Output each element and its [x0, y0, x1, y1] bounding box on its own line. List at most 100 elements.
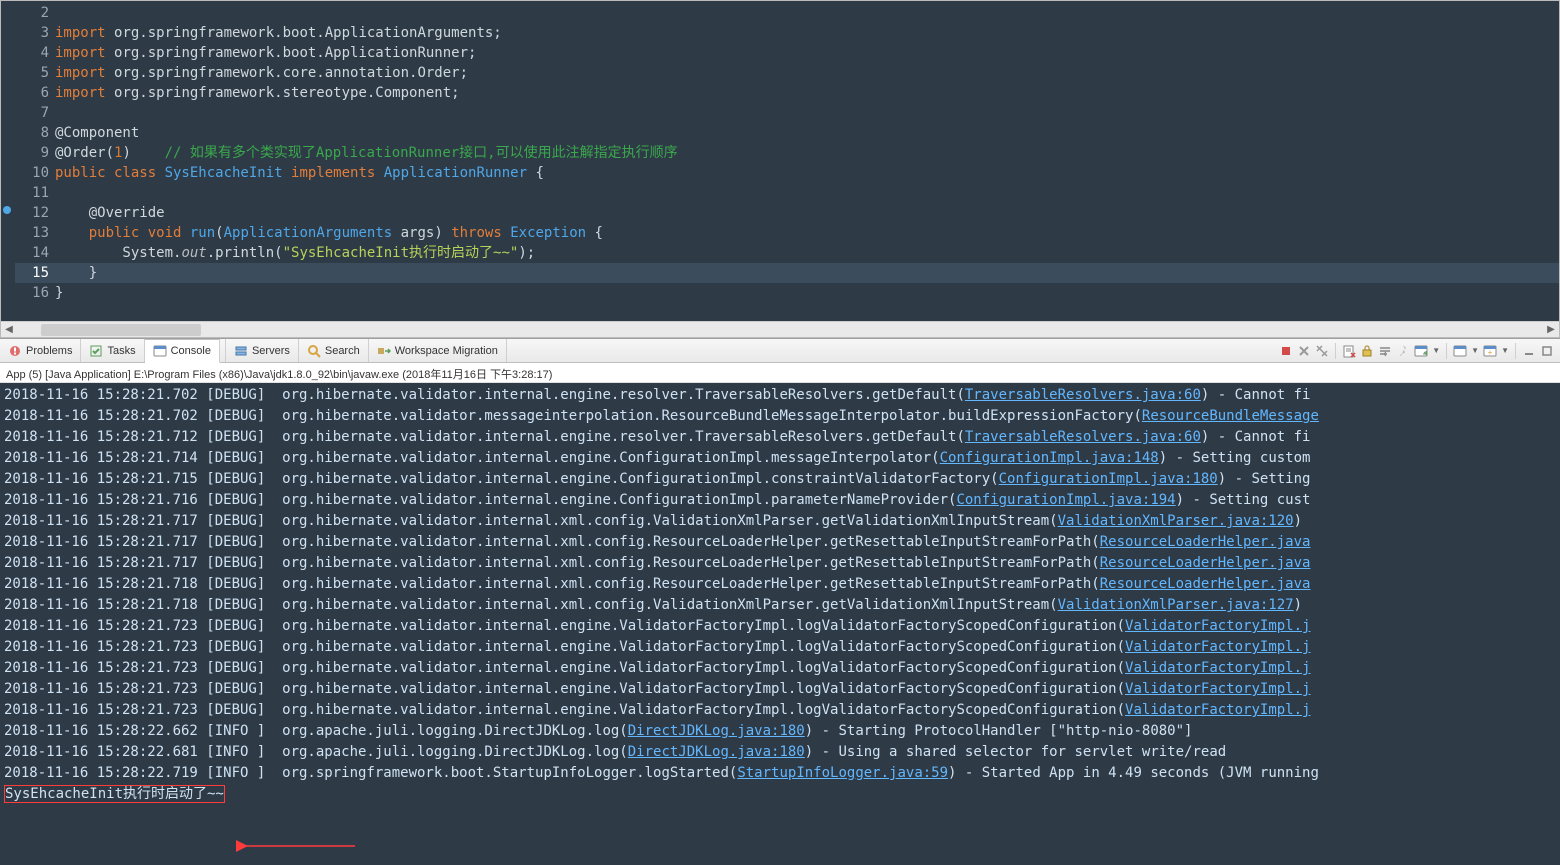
code-line[interactable]: System.out.println("SysEhcacheInit执行时启动了… — [55, 243, 1559, 263]
tasks-icon — [89, 344, 103, 358]
console-output[interactable]: 2018-11-16 15:28:21.702 [DEBUG] org.hibe… — [0, 383, 1560, 865]
code-line[interactable]: import org.springframework.stereotype.Co… — [55, 83, 1559, 103]
tab-console[interactable]: Console — [145, 339, 220, 363]
dropdown-arrow-icon[interactable]: ▼ — [1501, 346, 1509, 355]
stacktrace-link[interactable]: TraversableResolvers.java:60 — [965, 429, 1201, 445]
console-line: SysEhcacheInit执行时启动了~~ — [4, 784, 1560, 805]
code-line[interactable]: @Order(1) // 如果有多个类实现了ApplicationRunner接… — [55, 143, 1559, 163]
stacktrace-link[interactable]: ValidatorFactoryImpl.j — [1125, 618, 1310, 634]
workspace-migration-icon — [377, 344, 391, 358]
code-line[interactable] — [55, 183, 1559, 203]
breakpoint-gutter[interactable] — [1, 1, 15, 321]
console-line: 2018-11-16 15:28:22.719 [INFO ] org.spri… — [4, 763, 1560, 784]
breakpoint-slot[interactable] — [1, 181, 15, 201]
scrollbar-thumb[interactable] — [41, 324, 201, 336]
breakpoint-slot[interactable] — [1, 21, 15, 41]
stacktrace-link[interactable]: ValidatorFactoryImpl.j — [1125, 681, 1310, 697]
code-line[interactable]: } — [55, 283, 1559, 303]
code-editor-body[interactable]: 2345678910111213141516 import org.spring… — [1, 1, 1559, 321]
code-area[interactable]: import org.springframework.boot.Applicat… — [55, 1, 1559, 321]
stacktrace-link[interactable]: ResourceLoaderHelper.java — [1100, 576, 1311, 592]
breakpoint-slot[interactable] — [1, 141, 15, 161]
breakpoint-slot[interactable] — [1, 41, 15, 61]
code-line[interactable]: @Component — [55, 123, 1559, 143]
clear-console-icon[interactable] — [1342, 344, 1356, 358]
breakpoint-slot[interactable] — [1, 1, 15, 21]
search-icon — [307, 344, 321, 358]
pin-console-icon[interactable] — [1396, 344, 1410, 358]
tab-tasks[interactable]: Tasks — [81, 339, 144, 362]
code-editor-pane: 2345678910111213141516 import org.spring… — [0, 0, 1560, 338]
maximize-icon[interactable] — [1540, 344, 1554, 358]
code-line[interactable]: import org.springframework.boot.Applicat… — [55, 43, 1559, 63]
console-line: 2018-11-16 15:28:21.702 [DEBUG] org.hibe… — [4, 385, 1560, 406]
problems-icon — [8, 344, 22, 358]
show-console-output-icon[interactable] — [1414, 344, 1428, 358]
code-line[interactable] — [55, 103, 1559, 123]
tab-problems[interactable]: Problems — [0, 339, 81, 362]
line-number: 6 — [15, 83, 55, 103]
minimize-icon[interactable] — [1522, 344, 1536, 358]
stacktrace-link[interactable]: ResourceLoaderHelper.java — [1100, 555, 1311, 571]
breakpoint-slot[interactable] — [1, 161, 15, 181]
stacktrace-link[interactable]: ConfigurationImpl.java:148 — [940, 450, 1159, 466]
scroll-left-arrow-icon[interactable]: ◀ — [1, 322, 17, 338]
stacktrace-link[interactable]: ValidationXmlParser.java:120 — [1058, 513, 1294, 529]
console-line: 2018-11-16 15:28:21.714 [DEBUG] org.hibe… — [4, 448, 1560, 469]
code-line[interactable]: import org.springframework.core.annotati… — [55, 63, 1559, 83]
code-line[interactable]: public void run(ApplicationArguments arg… — [55, 223, 1559, 243]
word-wrap-icon[interactable] — [1378, 344, 1392, 358]
stacktrace-link[interactable]: ValidatorFactoryImpl.j — [1125, 660, 1310, 676]
stacktrace-link[interactable]: ConfigurationImpl.java:194 — [956, 492, 1175, 508]
console-line: 2018-11-16 15:28:21.723 [DEBUG] org.hibe… — [4, 616, 1560, 637]
stacktrace-link[interactable]: ValidatorFactoryImpl.j — [1125, 639, 1310, 655]
code-line[interactable]: @Override — [55, 203, 1559, 223]
breakpoint-slot[interactable] — [1, 121, 15, 141]
stacktrace-link[interactable]: StartupInfoLogger.java:59 — [737, 765, 948, 781]
tab-search-label: Search — [325, 345, 360, 357]
line-number: 16 — [15, 283, 55, 303]
tab-workspace-migration[interactable]: Workspace Migration — [369, 339, 507, 362]
stacktrace-link[interactable]: DirectJDKLog.java:180 — [628, 723, 805, 739]
tab-servers[interactable]: Servers — [226, 339, 299, 362]
toolbar-separator — [1446, 343, 1447, 359]
code-line[interactable]: import org.springframework.boot.Applicat… — [55, 23, 1559, 43]
breakpoint-slot[interactable] — [1, 201, 15, 221]
stacktrace-link[interactable]: TraversableResolvers.java:60 — [965, 387, 1201, 403]
breakpoint-slot[interactable] — [1, 241, 15, 261]
servers-icon — [234, 344, 248, 358]
line-number: 15 — [15, 263, 55, 283]
code-line[interactable]: } — [55, 263, 1559, 283]
breakpoint-slot[interactable] — [1, 101, 15, 121]
console-line: 2018-11-16 15:28:21.718 [DEBUG] org.hibe… — [4, 574, 1560, 595]
code-line[interactable]: public class SysEhcacheInit implements A… — [55, 163, 1559, 183]
dropdown-arrow-icon[interactable]: ▼ — [1432, 346, 1440, 355]
code-line[interactable] — [55, 3, 1559, 23]
scroll-lock-icon[interactable] — [1360, 344, 1374, 358]
open-console-icon[interactable]: + — [1483, 344, 1497, 358]
stacktrace-link[interactable]: ResourceBundleMessage — [1142, 408, 1319, 424]
stacktrace-link[interactable]: ValidationXmlParser.java:127 — [1058, 597, 1294, 613]
stacktrace-link[interactable]: DirectJDKLog.java:180 — [628, 744, 805, 760]
remove-all-launches-icon[interactable] — [1315, 344, 1329, 358]
remove-launch-icon[interactable] — [1297, 344, 1311, 358]
stacktrace-link[interactable]: ValidatorFactoryImpl.j — [1125, 702, 1310, 718]
breakpoint-slot[interactable] — [1, 261, 15, 281]
breakpoint-slot[interactable] — [1, 81, 15, 101]
line-number: 5 — [15, 63, 55, 83]
stacktrace-link[interactable]: ConfigurationImpl.java:180 — [999, 471, 1218, 487]
console-icon — [153, 344, 167, 358]
breakpoint-slot[interactable] — [1, 61, 15, 81]
console-line: 2018-11-16 15:28:21.717 [DEBUG] org.hibe… — [4, 511, 1560, 532]
terminate-icon[interactable] — [1279, 344, 1293, 358]
dropdown-arrow-icon[interactable]: ▼ — [1471, 346, 1479, 355]
editor-horizontal-scrollbar[interactable]: ◀ ▶ — [1, 321, 1559, 337]
console-line: 2018-11-16 15:28:22.681 [INFO ] org.apac… — [4, 742, 1560, 763]
console-line: 2018-11-16 15:28:21.712 [DEBUG] org.hibe… — [4, 427, 1560, 448]
breakpoint-slot[interactable] — [1, 221, 15, 241]
scroll-right-arrow-icon[interactable]: ▶ — [1543, 322, 1559, 338]
stacktrace-link[interactable]: ResourceLoaderHelper.java — [1100, 534, 1311, 550]
tab-search[interactable]: Search — [299, 339, 369, 362]
display-selected-console-icon[interactable] — [1453, 344, 1467, 358]
breakpoint-slot[interactable] — [1, 281, 15, 301]
